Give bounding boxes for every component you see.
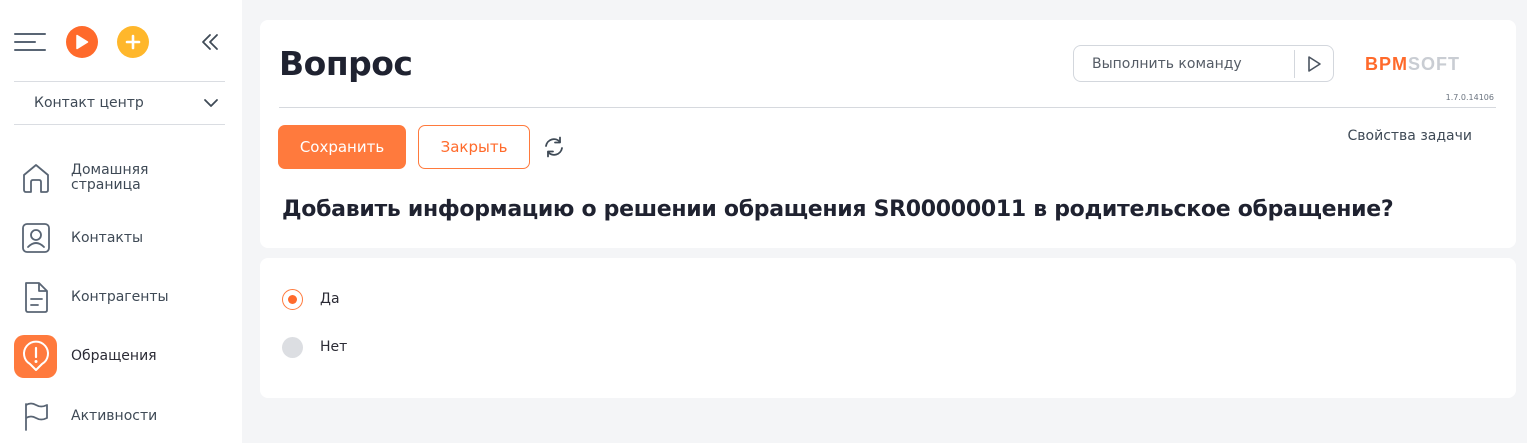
collapse-sidebar-button[interactable] [198,28,222,56]
document-icon [24,282,48,313]
sidebar: Контакт центр Домашняя страница Контакты [0,0,242,443]
answer-option-no[interactable]: Нет [282,335,347,359]
add-button[interactable] [117,26,149,58]
sidebar-item-cases[interactable]: Обращения [14,334,228,378]
radio-checked[interactable] [282,288,303,310]
workplace-label: Контакт центр [34,95,144,111]
refresh-icon [545,136,563,158]
sidebar-item-label: Контрагенты [71,288,169,305]
sidebar-item-label: Домашняя страница [71,162,149,193]
sidebar-toolbar [14,26,228,58]
page-header-card: Вопрос BPMSOFT 1.7.0.14106 Сохранить Зак… [260,20,1516,248]
sidebar-item-contacts[interactable]: Контакты [14,216,228,260]
answer-option-yes[interactable]: Да [282,287,340,311]
double-chevron-left-icon [202,34,218,50]
run-process-button[interactable] [66,26,98,58]
radio-unchecked[interactable] [282,336,303,358]
play-icon [76,34,89,50]
command-line [1073,45,1334,82]
sidebar-divider [14,124,225,125]
contact-icon [21,223,50,253]
question-text: Добавить информацию о решении обращения … [282,197,1394,222]
header-divider [279,107,1496,108]
sidebar-item-home[interactable]: Домашняя страница [14,156,228,200]
workplace-selector[interactable]: Контакт центр [14,82,225,124]
refresh-button[interactable] [541,135,567,159]
save-button[interactable]: Сохранить [278,125,406,169]
flag-icon [24,402,48,431]
sidebar-item-activities[interactable]: Активности [14,394,228,438]
answers-card: Да Нет [260,258,1516,398]
close-button[interactable]: Закрыть [418,125,530,169]
task-properties-link[interactable]: Свойства задачи [1348,128,1472,144]
chevron-down-icon [204,99,218,107]
svg-text:BPMSOFT: BPMSOFT [1365,54,1460,74]
page-title: Вопрос [279,44,413,83]
brand-logo: BPMSOFT [1365,54,1460,74]
plus-icon [125,34,141,50]
sidebar-item-label: Обращения [71,347,157,364]
command-input[interactable] [1074,46,1294,81]
sidebar-item-label: Активности [71,407,158,424]
answer-label: Да [320,291,340,307]
menu-icon[interactable] [14,31,46,53]
run-command-button[interactable] [1295,46,1333,81]
sidebar-item-accounts[interactable]: Контрагенты [14,275,228,319]
answer-label: Нет [320,339,348,355]
play-outline-icon [1308,55,1321,72]
home-icon [22,164,49,193]
version-label: 1.7.0.14106 [1445,93,1494,102]
sidebar-item-label: Контакты [71,229,144,246]
alert-icon [22,340,49,371]
